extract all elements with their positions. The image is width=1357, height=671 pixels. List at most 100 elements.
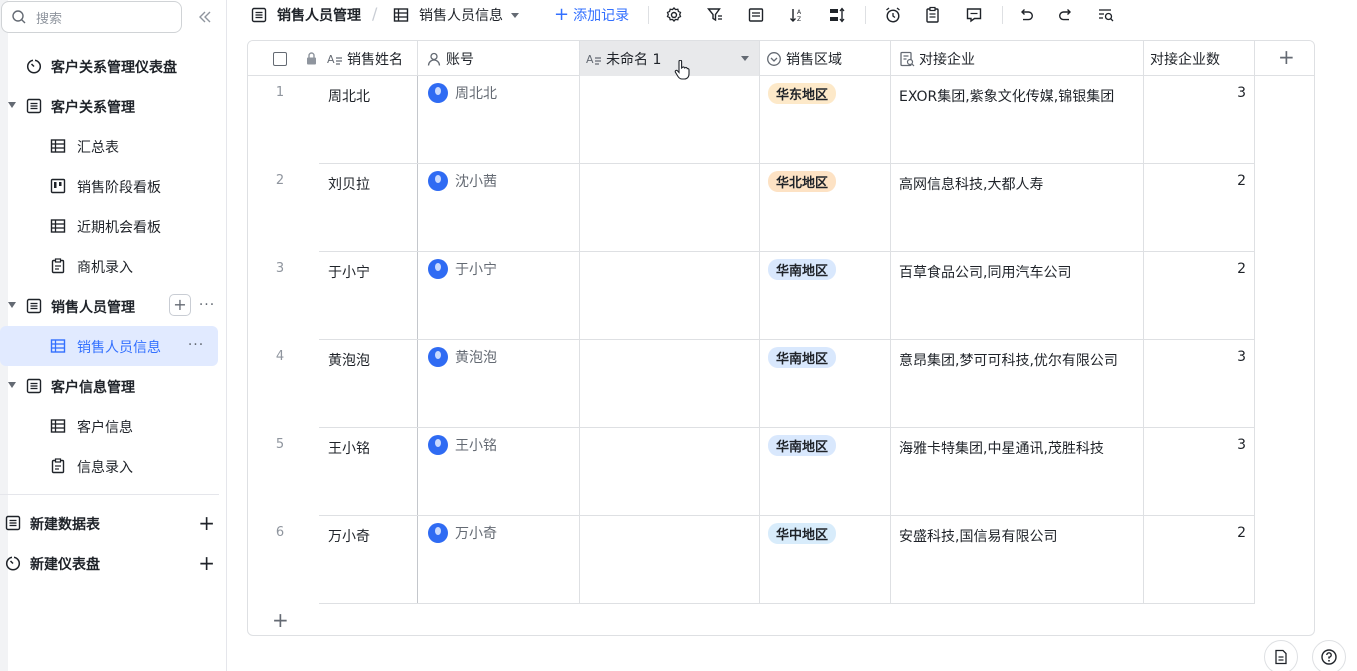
sort-icon[interactable]: AZ [788, 6, 806, 24]
cell-account[interactable]: 万小奇 [428, 523, 497, 543]
group-icon[interactable] [747, 6, 765, 24]
breadcrumb-table[interactable]: 销售人员信息 [393, 5, 519, 25]
sidebar-item-label: 汇总表 [77, 140, 119, 156]
header-select-cell [248, 41, 319, 76]
sidebar-item-sales-staff-mgmt[interactable]: 销售人员管理 + ··· [0, 286, 227, 326]
search-filter-icon[interactable] [1097, 6, 1115, 24]
cell-company-count[interactable]: 2 [1146, 173, 1246, 189]
redo-icon[interactable] [1057, 6, 1075, 24]
cell-account[interactable]: 沈小茜 [428, 171, 497, 191]
comment-icon[interactable] [965, 6, 983, 24]
cell-unnamed-1[interactable] [588, 438, 758, 458]
cell-company-count[interactable]: 2 [1146, 525, 1246, 541]
cell-sales-region[interactable]: 华中地区 [768, 523, 837, 544]
sidebar-item-label: 客户关系管理仪表盘 [51, 60, 177, 76]
cell-unnamed-1[interactable] [588, 350, 758, 370]
row-height-icon[interactable] [828, 6, 846, 24]
cell-unnamed-1[interactable] [588, 262, 758, 282]
search-placeholder: 搜索 [36, 12, 63, 27]
sidebar-item-recent-opportunity[interactable]: 近期机会看板 [0, 206, 227, 246]
sidebar-item-crm-dashboard[interactable]: 客户关系管理仪表盘 [0, 46, 227, 86]
add-table-button[interactable]: + [169, 294, 191, 316]
cell-companies[interactable]: 海雅卡特集团,中星通讯,茂胜科技 [899, 438, 1104, 458]
cell-company-count[interactable]: 2 [1146, 261, 1246, 277]
cell-companies[interactable]: 百草食品公司,同用汽车公司 [899, 262, 1071, 282]
cell-sales-region[interactable]: 华北地区 [768, 171, 837, 192]
alarm-icon[interactable] [884, 6, 902, 24]
breadcrumb-separator: / [372, 4, 378, 23]
cell-account[interactable]: 周北北 [428, 83, 497, 103]
more-options-icon[interactable]: ··· [197, 294, 217, 316]
folder-table-icon [26, 298, 42, 314]
cell-account[interactable]: 黄泡泡 [428, 347, 497, 367]
collapse-sidebar-icon[interactable] [196, 8, 214, 26]
sidebar-item-summary[interactable]: 汇总表 [0, 126, 227, 166]
cell-sales-region[interactable]: 华南地区 [768, 435, 837, 456]
filter-icon[interactable] [706, 6, 724, 24]
cell-sales-region[interactable]: 华东地区 [768, 83, 837, 104]
cell-companies[interactable]: 高网信息科技,大都人寿 [899, 174, 1043, 194]
select-all-checkbox[interactable] [273, 52, 287, 66]
plus-icon[interactable]: + [198, 513, 215, 533]
cell-sales-name[interactable]: 于小宁 [328, 262, 370, 282]
cell-company-count[interactable]: 3 [1146, 437, 1246, 453]
undo-icon[interactable] [1017, 6, 1035, 24]
toolbar-divider [648, 6, 649, 24]
region-tag: 华南地区 [768, 435, 837, 456]
cell-sales-name[interactable]: 黄泡泡 [328, 350, 370, 370]
column-divider [890, 76, 891, 604]
cell-unnamed-1[interactable] [588, 174, 758, 194]
sidebar-item-sales-staff-info[interactable]: 销售人员信息 ··· [0, 326, 218, 366]
sidebar-item-actions: + ··· [169, 294, 217, 316]
row-divider [319, 603, 1255, 604]
settings-icon[interactable] [665, 6, 683, 24]
search-input[interactable]: 搜索 [1, 1, 182, 33]
cell-sales-name[interactable]: 万小奇 [328, 526, 370, 546]
document-button[interactable] [1264, 640, 1298, 671]
add-row-button[interactable]: + [272, 610, 289, 630]
clipboard-icon[interactable] [924, 6, 942, 24]
sidebar-item-customer-info-mgmt[interactable]: 客户信息管理 [0, 366, 227, 406]
more-options-icon[interactable]: ··· [186, 334, 206, 356]
breadcrumb-folder[interactable]: 销售人员管理 [251, 5, 361, 25]
chevron-down-icon[interactable] [8, 382, 16, 388]
cell-sales-region[interactable]: 华南地区 [768, 347, 837, 368]
chevron-down-icon[interactable] [8, 102, 16, 108]
cell-companies[interactable]: 意昂集团,梦可可科技,优尔有限公司 [899, 350, 1118, 370]
column-header-companies[interactable]: 对接企业 [891, 41, 1144, 76]
cell-account[interactable]: 王小铭 [428, 435, 497, 455]
chevron-down-icon[interactable] [8, 302, 16, 308]
column-header-account[interactable]: 账号 [418, 41, 580, 76]
cell-unnamed-1[interactable] [588, 86, 758, 106]
sidebar-item-customer-info[interactable]: 客户信息 [0, 406, 227, 446]
new-table-button[interactable]: 新建数据表 + [0, 503, 227, 543]
sidebar-item-crm[interactable]: 客户关系管理 [0, 86, 227, 126]
cell-sales-name[interactable]: 刘贝拉 [328, 174, 370, 194]
column-header-label: 销售姓名 [347, 51, 403, 68]
column-header-unnamed-1[interactable]: A 未命名 1 [580, 41, 760, 76]
sidebar-item-opportunity-entry[interactable]: 商机录入 [0, 246, 227, 286]
cell-company-count[interactable]: 3 [1146, 349, 1246, 365]
sidebar-item-sales-stage-kanban[interactable]: 销售阶段看板 [0, 166, 227, 206]
cell-sales-region[interactable]: 华南地区 [768, 259, 837, 280]
column-header-label: 销售区域 [786, 51, 842, 68]
column-header-sales-name[interactable]: A 销售姓名 [319, 41, 418, 76]
cell-account[interactable]: 于小宁 [428, 259, 497, 279]
cell-company-count[interactable]: 3 [1146, 85, 1246, 101]
add-column-button[interactable]: + [1278, 47, 1295, 67]
cell-companies[interactable]: 安盛科技,国信易有限公司 [899, 526, 1057, 546]
cell-sales-name[interactable]: 王小铭 [328, 438, 370, 458]
plus-icon[interactable]: + [198, 553, 215, 573]
column-header-company-count[interactable]: 对接企业数 [1144, 41, 1255, 76]
new-dashboard-button[interactable]: 新建仪表盘 + [0, 543, 227, 583]
add-record-button[interactable]: + 添加记录 [554, 5, 629, 25]
account-name: 周北北 [455, 86, 497, 102]
help-button[interactable] [1312, 640, 1346, 671]
cell-companies[interactable]: EXOR集团,紫象文化传媒,锦银集团 [899, 86, 1114, 106]
column-menu-icon[interactable] [741, 56, 749, 61]
sidebar-item-info-entry[interactable]: 信息录入 [0, 446, 227, 486]
breadcrumb-table-label: 销售人员信息 [419, 8, 503, 24]
cell-unnamed-1[interactable] [588, 526, 758, 546]
column-header-sales-region[interactable]: 销售区域 [760, 41, 891, 76]
cell-sales-name[interactable]: 周北北 [328, 86, 370, 106]
